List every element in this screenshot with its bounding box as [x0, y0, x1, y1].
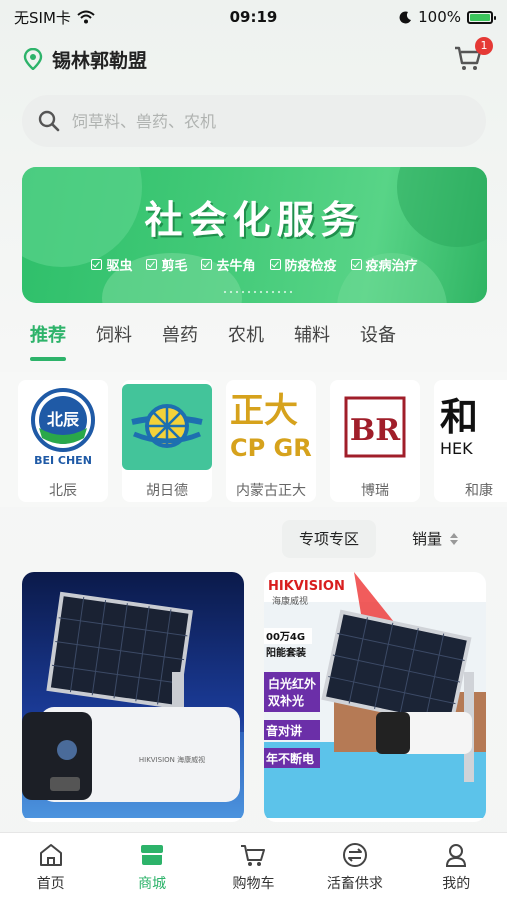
hekang-logo: 和 HEK — [434, 384, 507, 470]
sort-by-sales-button[interactable]: 销量 — [412, 520, 459, 558]
svg-text:双补光: 双补光 — [268, 693, 304, 708]
product-card[interactable]: HIKVISION 海康威视 00万4G 阳能套装 白光红外 双补光 音对讲 年… — [264, 572, 486, 822]
tab-auxiliary[interactable]: 辅料 — [294, 318, 330, 358]
svg-text:阳能套装: 阳能套装 — [266, 646, 306, 659]
banner-tag: 防疫检疫 — [269, 255, 337, 274]
brand-name: 胡日德 — [146, 483, 188, 499]
tab-equipment[interactable]: 设备 — [360, 318, 396, 358]
brand-carousel[interactable]: 北辰 BEI CHEN 北辰 胡日德 正大 CP GR 内蒙古正大 BR 博瑞 … — [0, 372, 507, 507]
checkbox-icon — [269, 259, 281, 270]
cart-badge: 1 — [475, 37, 493, 55]
tab-feed[interactable]: 饲料 — [96, 318, 132, 358]
location-pin-icon[interactable] — [22, 48, 44, 70]
banner-title: 社会化服务 — [144, 197, 365, 242]
banner-tag: 去牛角 — [201, 255, 256, 274]
tab-veterinary[interactable]: 兽药 — [162, 318, 198, 358]
svg-text:年不断电: 年不断电 — [266, 751, 314, 766]
svg-text:00万4G: 00万4G — [266, 631, 305, 643]
tab-machinery[interactable]: 农机 — [228, 318, 264, 358]
brand-card-hurid[interactable]: 胡日德 — [122, 380, 212, 502]
search-bar[interactable] — [22, 95, 486, 147]
sort-arrows-icon — [450, 533, 459, 545]
brand-card-borui[interactable]: BR 博瑞 — [330, 380, 420, 502]
header-cart-button[interactable]: 1 — [453, 37, 493, 75]
nav-home[interactable]: 首页 — [6, 841, 96, 893]
brand-name: 和康 — [465, 483, 493, 499]
moon-icon — [399, 10, 412, 23]
banner-tag: 疫病治疗 — [350, 255, 418, 274]
bottom-navigation: 首页 商城 购物车 活畜供求 我的 — [0, 832, 507, 900]
nav-store[interactable]: 商城 — [107, 841, 197, 893]
clock: 09:19 — [229, 8, 278, 26]
svg-text:BR: BR — [350, 413, 401, 448]
user-icon — [446, 844, 467, 867]
beichen-logo: 北辰 BEI CHEN — [18, 384, 108, 470]
app-screen: 无SIM卡 09:19 100% 锡林郭勒盟 1 饲草料、兽药、农机 社会化服务… — [0, 0, 507, 900]
brand-name: 博瑞 — [361, 483, 389, 499]
cart-icon — [241, 845, 266, 866]
svg-text:和: 和 — [440, 394, 478, 439]
home-icon — [39, 844, 62, 866]
battery-icon — [467, 10, 496, 24]
svg-text:BEI CHEN: BEI CHEN — [34, 454, 92, 467]
svg-text:HEK: HEK — [440, 439, 473, 458]
special-zone-button[interactable]: 专项专区 — [282, 520, 376, 558]
exchange-icon — [342, 843, 367, 867]
product-image: HIKVISION 海康威视 00万4G 阳能套装 白光红外 双补光 音对讲 年… — [264, 572, 486, 818]
battery-percent: 100% — [418, 8, 461, 26]
svg-text:正大: 正大 — [230, 391, 298, 431]
borui-logo: BR — [330, 384, 420, 470]
svg-text:HIKVISION: HIKVISION — [268, 579, 345, 594]
nav-livestock[interactable]: 活畜供求 — [310, 841, 400, 893]
nav-profile[interactable]: 我的 — [411, 841, 501, 893]
tab-recommend[interactable]: 推荐 — [30, 318, 66, 361]
search-icon — [38, 110, 60, 132]
brand-card-beichen[interactable]: 北辰 BEI CHEN 北辰 — [18, 380, 108, 502]
banner-dot-pattern — [222, 289, 292, 295]
carrier-text: 无SIM卡 — [14, 8, 71, 27]
brand-name: 内蒙古正大 — [236, 483, 306, 499]
location-name[interactable]: 锡林郭勒盟 — [52, 46, 453, 73]
banner-tag: 驱虫 — [91, 255, 132, 274]
status-bar: 无SIM卡 09:19 100% — [0, 0, 507, 34]
promo-banner[interactable]: 社会化服务 驱虫 剪毛 去牛角 防疫检疫 疫病治疗 — [22, 167, 487, 303]
search-input[interactable] — [72, 111, 470, 131]
brand-name: 北辰 — [49, 483, 77, 499]
zhengda-logo: 正大 CP GR — [226, 384, 316, 470]
nav-label: 购物车 — [232, 876, 275, 892]
svg-text:北辰: 北辰 — [47, 410, 79, 429]
banner-tag: 剪毛 — [146, 255, 187, 274]
svg-text:HIKVISION 海康威视: HIKVISION 海康威视 — [139, 755, 205, 764]
checkbox-icon — [350, 259, 362, 270]
brand-card-hekang[interactable]: 和 HEK 和康 — [434, 380, 507, 502]
nav-cart[interactable]: 购物车 — [208, 841, 298, 893]
svg-text:CP GR: CP GR — [230, 434, 312, 462]
product-image: HIKVISION 海康威视 — [22, 572, 244, 818]
checkbox-icon — [146, 259, 158, 270]
nav-label: 我的 — [442, 876, 471, 892]
hurid-logo — [122, 384, 212, 470]
brand-card-zhengda[interactable]: 正大 CP GR 内蒙古正大 — [226, 380, 316, 502]
svg-text:音对讲: 音对讲 — [266, 723, 302, 738]
checkbox-icon — [201, 259, 213, 270]
svg-text:白光红外: 白光红外 — [268, 676, 316, 691]
filter-bar: 专项专区 销量 — [0, 520, 507, 560]
wifi-icon — [77, 10, 95, 24]
svg-text:海康威视: 海康威视 — [272, 595, 308, 607]
nav-label: 活畜供求 — [326, 876, 383, 892]
location-header: 锡林郭勒盟 1 — [0, 37, 507, 80]
category-tabs: 推荐 饲料 兽药 农机 辅料 设备 — [22, 318, 487, 361]
store-icon — [141, 845, 164, 865]
nav-label: 首页 — [36, 876, 65, 892]
banner-tags: 驱虫 剪毛 去牛角 防疫检疫 疫病治疗 — [22, 255, 487, 274]
sort-label: 销量 — [412, 530, 443, 548]
checkbox-icon — [91, 259, 103, 270]
nav-label: 商城 — [138, 876, 167, 892]
product-card[interactable]: HIKVISION 海康威视 — [22, 572, 244, 822]
product-grid: HIKVISION 海康威视 HIKVISION 海康威视 00万4G 阳能套装… — [22, 572, 487, 822]
